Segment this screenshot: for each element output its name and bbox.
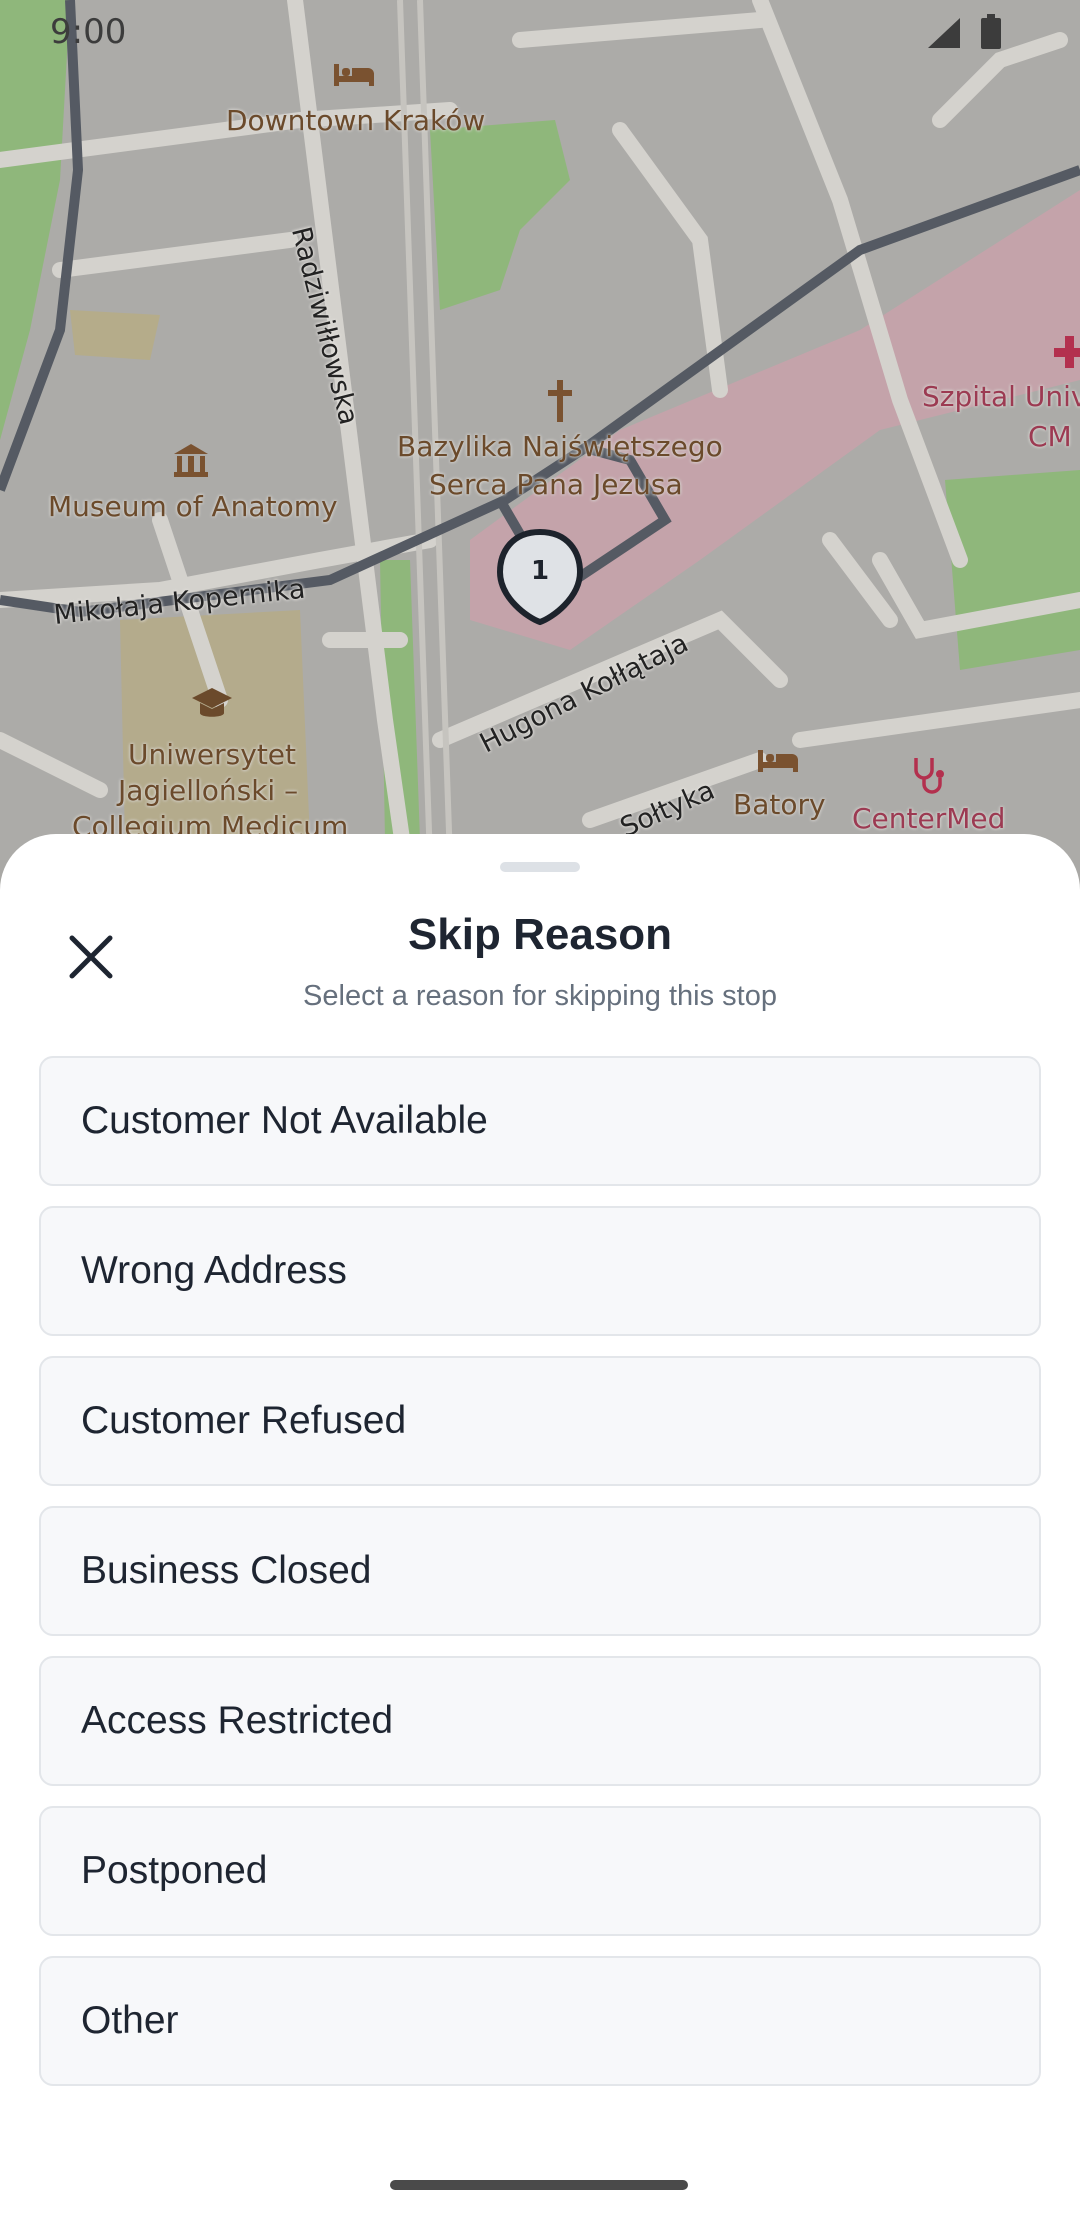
map-label-downtown: Downtown Kraków [226,104,486,137]
map-view[interactable]: Downtown Kraków Museum of Anatomy Bazyli… [0,0,1080,860]
map-label-hospital-line2: CM [1028,420,1072,453]
status-bar: 9:00 [0,0,1080,68]
reason-label: Wrong Address [81,1249,347,1292]
map-label-university-line1: Uniwersytet [128,738,296,771]
reason-label: Postponed [81,1849,268,1892]
reason-label: Business Closed [81,1549,372,1592]
reason-option-customer-not-available[interactable]: Customer Not Available [39,1056,1041,1186]
reason-label: Customer Not Available [81,1099,488,1142]
reason-label: Other [81,1999,179,2042]
reason-option-business-closed[interactable]: Business Closed [39,1506,1041,1636]
map-label-museum: Museum of Anatomy [48,490,338,523]
sheet-title: Skip Reason [407,910,673,959]
map-label-basilica-line2: Serca Pana Jezusa [429,468,683,501]
reason-list: Customer Not Available Wrong Address Cus… [39,1056,1041,2106]
reason-label: Access Restricted [81,1699,394,1742]
battery-icon [981,14,1001,49]
reason-label: Customer Refused [81,1399,407,1442]
stop-marker-number: 1 [530,556,550,586]
map-label-basilica-line1: Bazylika Najświętszego [397,430,723,463]
sheet-subtitle: Select a reason for skipping this stop [303,980,777,1012]
map-label-hospital-line1: Szpital Univ [922,380,1080,413]
reason-option-postponed[interactable]: Postponed [39,1806,1041,1936]
home-indicator[interactable] [390,2180,688,2190]
skip-reason-sheet: Skip Reason Select a reason for skipping… [0,834,1080,2220]
map-label-batory: Batory [733,788,826,821]
status-time: 9:00 [50,12,127,52]
drag-handle[interactable] [500,862,580,872]
map-label-university-line2: Jagielloński – [118,774,299,807]
reason-option-access-restricted[interactable]: Access Restricted [39,1656,1041,1786]
reason-option-wrong-address[interactable]: Wrong Address [39,1206,1041,1336]
reason-option-customer-refused[interactable]: Customer Refused [39,1356,1041,1486]
map-label-centermed: CenterMed [852,802,1006,835]
reason-option-other[interactable]: Other [39,1956,1041,2086]
signal-icon [928,18,960,48]
